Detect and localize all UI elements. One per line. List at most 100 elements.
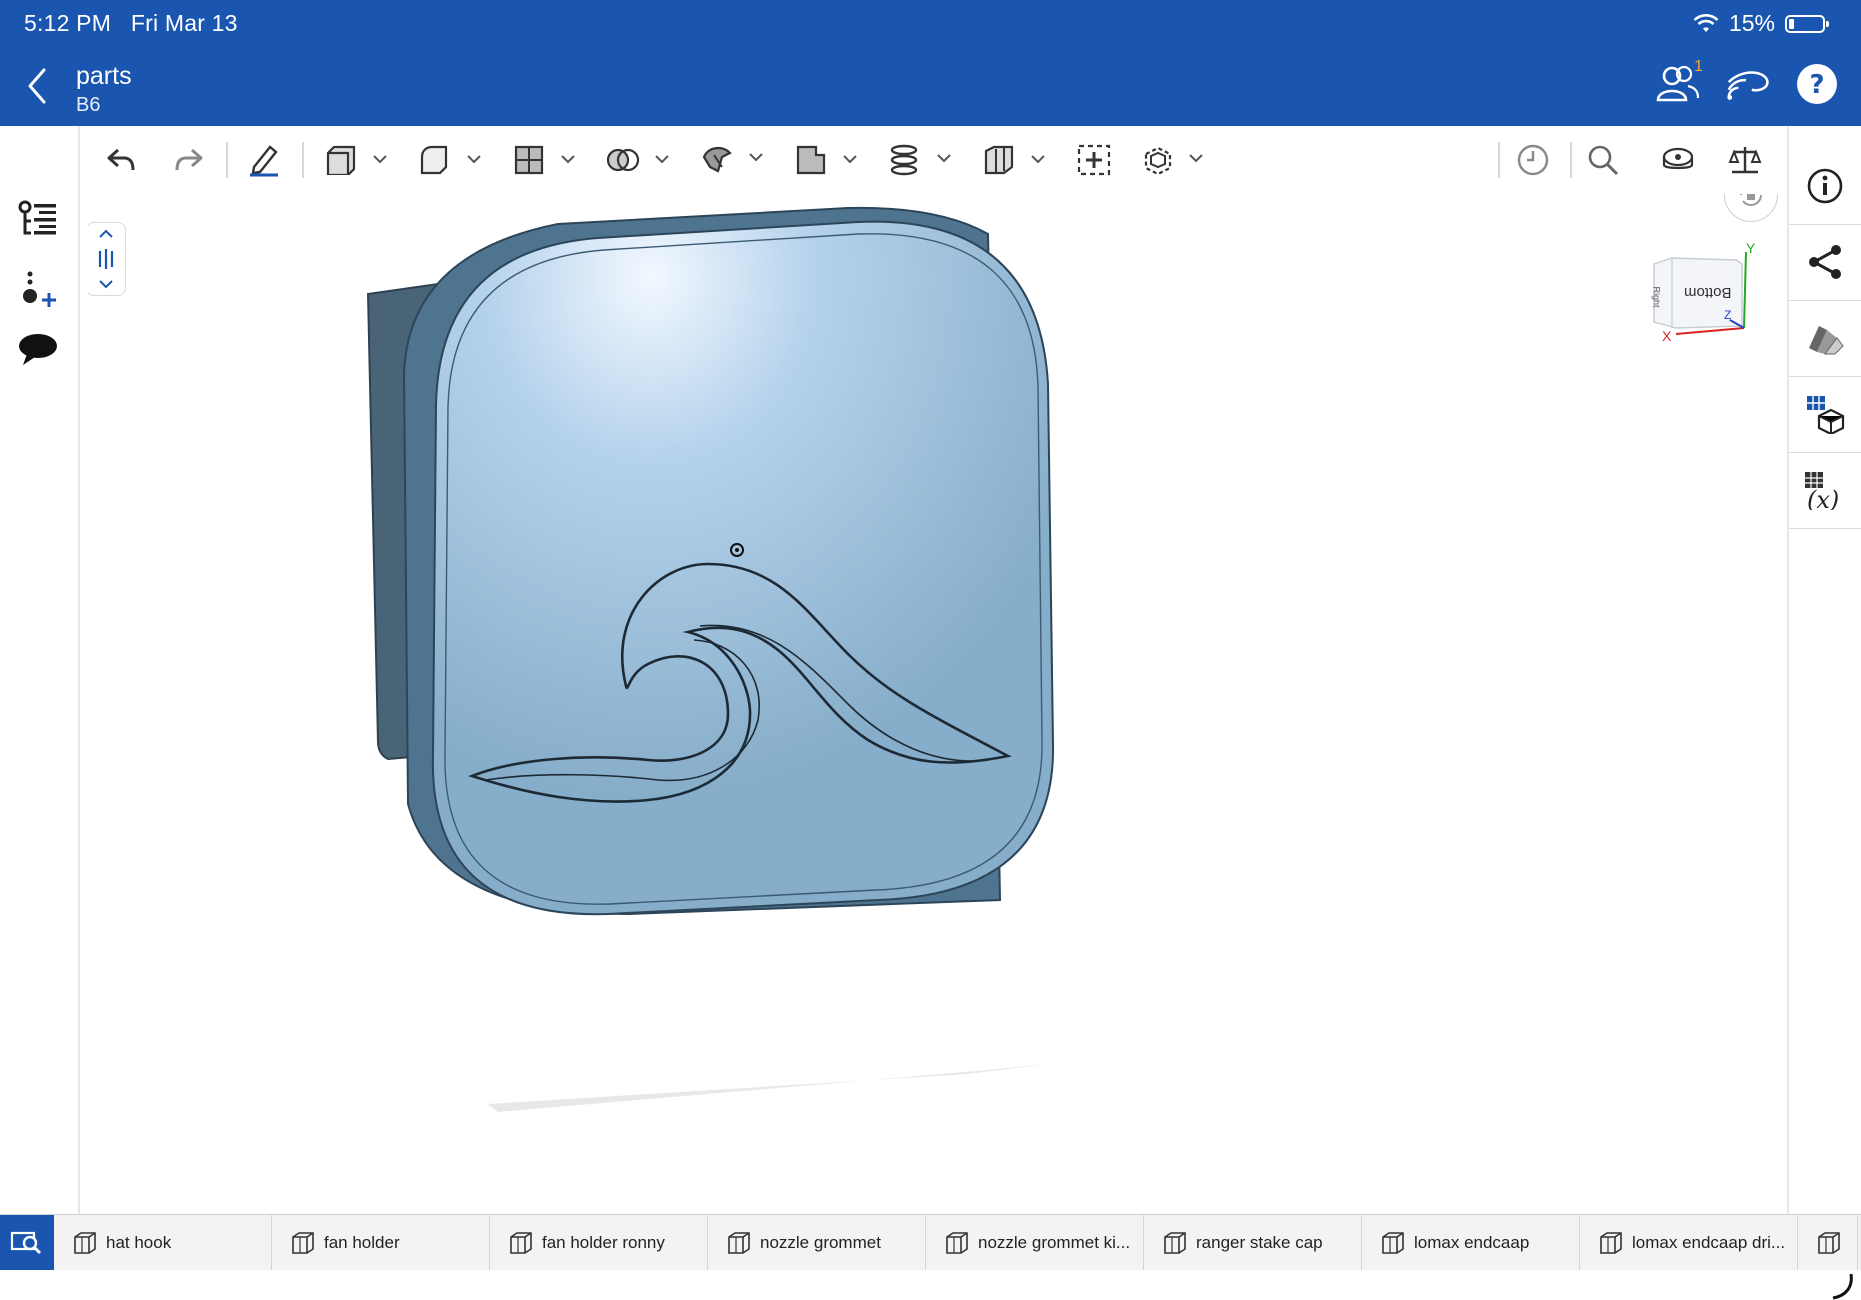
tab-label: hat hook bbox=[106, 1233, 172, 1252]
history-button[interactable] bbox=[1516, 138, 1550, 182]
configurations-icon bbox=[1807, 396, 1845, 434]
tab-part-studio[interactable]: ranger stake cap bbox=[1144, 1215, 1362, 1271]
tab-search-icon bbox=[10, 1231, 42, 1255]
measure-button[interactable] bbox=[1660, 138, 1696, 182]
tab-bar: hat hook fan holder fan holder ronny noz… bbox=[0, 1214, 1861, 1272]
section-icon bbox=[984, 145, 1045, 175]
clock-time: 5:12 PM bbox=[24, 10, 112, 36]
shell-tool[interactable] bbox=[512, 138, 578, 182]
feature-tree-icon bbox=[18, 200, 56, 235]
view-orientation-toggle[interactable] bbox=[88, 222, 126, 296]
undo-button[interactable] bbox=[106, 138, 136, 182]
battery-percent: 15% bbox=[1728, 10, 1775, 36]
left-panel-rail bbox=[0, 126, 80, 1214]
follow-mode-button[interactable] bbox=[1723, 58, 1771, 110]
mass-properties-button[interactable] bbox=[1728, 138, 1762, 182]
tab-label: lomax endcaap dri... bbox=[1632, 1233, 1786, 1252]
chevron-down-icon bbox=[99, 280, 113, 289]
pencil-icon bbox=[250, 145, 278, 177]
cube-dashed-icon bbox=[1144, 146, 1203, 176]
boolean-tool[interactable] bbox=[606, 138, 672, 182]
tape-measure-icon bbox=[1662, 147, 1694, 170]
section-view-tool[interactable] bbox=[982, 138, 1048, 182]
configurations-button[interactable] bbox=[1789, 376, 1861, 453]
tab-part-studio[interactable] bbox=[1798, 1215, 1858, 1271]
shell-icon bbox=[514, 145, 575, 175]
tab-part-studio[interactable]: lomax endcaap dri... bbox=[1580, 1215, 1798, 1271]
plane-tool[interactable] bbox=[794, 138, 860, 182]
tab-part-studio[interactable]: hat hook bbox=[54, 1215, 272, 1271]
transform-tool[interactable] bbox=[700, 138, 766, 182]
axis-z-label: Z bbox=[1724, 308, 1732, 322]
tab-label: nozzle grommet bbox=[760, 1233, 881, 1252]
axis-x-label: X bbox=[1662, 328, 1672, 344]
view-cube-side-label: Right bbox=[1651, 286, 1662, 308]
insert-mate-connector[interactable] bbox=[1076, 138, 1112, 182]
redo-button[interactable] bbox=[174, 138, 204, 182]
back-chevron-icon[interactable] bbox=[20, 66, 56, 106]
status-bar: 5:12 PM Fri Mar 13 15% bbox=[0, 0, 1861, 48]
helix-tool[interactable] bbox=[888, 138, 954, 182]
comment-icon bbox=[19, 334, 57, 365]
broadcast-icon bbox=[1727, 71, 1769, 100]
feature-toolbar bbox=[88, 126, 1780, 195]
tab-part-studio[interactable]: nozzle grommet bbox=[708, 1215, 926, 1271]
tab-label: ranger stake cap bbox=[1196, 1233, 1323, 1252]
tab-label: fan holder bbox=[324, 1233, 400, 1252]
info-icon bbox=[1807, 168, 1843, 204]
clock-icon bbox=[1517, 144, 1549, 176]
part-studio-icon bbox=[1818, 1232, 1840, 1254]
part-studio-icon bbox=[1164, 1232, 1186, 1254]
svg-text:?: ? bbox=[1809, 70, 1824, 100]
bottom-margin bbox=[0, 1270, 1861, 1300]
variable-table-button[interactable]: (x) bbox=[1789, 452, 1861, 529]
comments-button[interactable] bbox=[14, 326, 62, 374]
clock-date: Fri Mar 13 bbox=[130, 10, 238, 36]
view-cube[interactable]: Bottom Right Y X Z bbox=[1646, 240, 1776, 348]
document-subtitle: B6 bbox=[76, 94, 101, 116]
loading-spinner-icon bbox=[1832, 1273, 1853, 1300]
toolbar-separator bbox=[302, 142, 304, 178]
collaborator-count: 1 bbox=[1694, 58, 1703, 75]
help-icon: ? bbox=[1797, 64, 1837, 104]
status-right: 15% bbox=[1693, 10, 1829, 37]
tab-part-studio[interactable]: fan holder ronny bbox=[490, 1215, 708, 1271]
3d-part-model[interactable] bbox=[88, 194, 1780, 1214]
variable-table-icon: (x) bbox=[1805, 472, 1839, 510]
users-icon bbox=[1656, 65, 1700, 102]
collaborators-button[interactable]: 1 bbox=[1653, 58, 1703, 110]
tab-part-studio[interactable]: fan holder bbox=[272, 1215, 490, 1271]
part-studio-tool[interactable] bbox=[1140, 138, 1206, 182]
sketch-button[interactable] bbox=[248, 138, 280, 182]
help-button[interactable]: ? bbox=[1793, 58, 1841, 110]
header-actions: 1 ? bbox=[1653, 58, 1861, 110]
part-info-button[interactable] bbox=[1789, 148, 1861, 225]
transform-icon bbox=[702, 147, 763, 173]
appearance-button[interactable] bbox=[1789, 300, 1861, 377]
part-studio-icon bbox=[728, 1232, 750, 1254]
tab-label: nozzle grommet ki... bbox=[978, 1233, 1131, 1252]
slice-icon bbox=[98, 249, 114, 269]
battery-icon bbox=[1785, 14, 1829, 33]
part-studio-icon bbox=[510, 1232, 532, 1254]
undo-icon bbox=[107, 148, 135, 171]
document-header: parts B6 1 ? bbox=[0, 48, 1861, 126]
feature-list-button[interactable] bbox=[14, 196, 62, 244]
toolbar-separator bbox=[226, 142, 228, 178]
redo-icon bbox=[175, 148, 203, 171]
search-tools-button[interactable] bbox=[1586, 138, 1620, 182]
fillet-icon bbox=[420, 145, 481, 175]
insert-part-button[interactable] bbox=[14, 266, 62, 314]
tab-part-studio[interactable]: nozzle grommet ki... bbox=[926, 1215, 1144, 1271]
tab-part-studio[interactable]: lomax endcaap bbox=[1362, 1215, 1580, 1271]
fillet-tool[interactable] bbox=[418, 138, 484, 182]
extrude-tool[interactable] bbox=[324, 138, 390, 182]
helix-icon bbox=[890, 144, 951, 176]
graphics-viewport[interactable]: Bottom Right Y X Z bbox=[88, 194, 1780, 1214]
share-button[interactable] bbox=[1789, 224, 1861, 301]
tab-manager-button[interactable] bbox=[0, 1215, 54, 1271]
svg-text:(x): (x) bbox=[1807, 486, 1839, 510]
status-time: 5:12 PM Fri Mar 13 bbox=[24, 10, 238, 37]
rotate-lock-icon bbox=[1740, 194, 1762, 206]
axis-y-label: Y bbox=[1746, 240, 1756, 256]
